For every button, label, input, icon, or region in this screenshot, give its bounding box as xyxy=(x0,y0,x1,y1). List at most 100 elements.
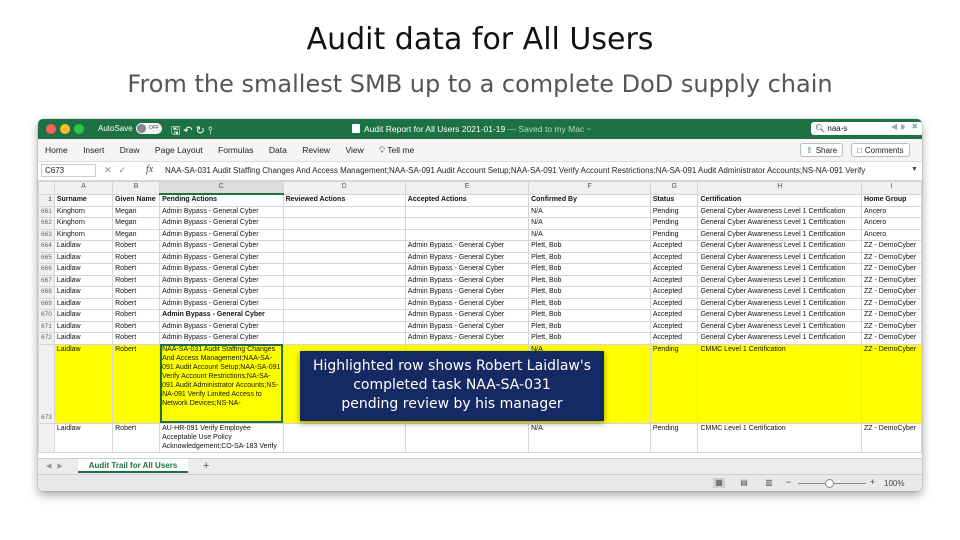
cell-reviewed-actions[interactable] xyxy=(282,217,406,230)
undo-icon[interactable]: ↶ xyxy=(183,125,195,137)
cell-pending-actions[interactable]: Admin Bypass - General Cyber xyxy=(159,263,284,276)
cell-accepted-actions[interactable] xyxy=(404,217,530,230)
cell-status[interactable]: Accepted xyxy=(649,320,699,333)
tell-me-search[interactable]: 💡︎ Tell me xyxy=(379,145,414,156)
cell-reviewed-actions[interactable] xyxy=(282,251,406,264)
confirm-icon[interactable]: ✓ xyxy=(119,165,134,175)
cell-reviewed-actions[interactable] xyxy=(282,422,406,453)
cell-accepted-actions[interactable]: Admin Bypass - General Cyber xyxy=(404,309,530,322)
page-layout-view-icon[interactable]: ▤ xyxy=(738,478,750,488)
tab-page-layout[interactable]: Page Layout xyxy=(155,145,203,155)
close-window-button[interactable] xyxy=(46,124,56,134)
cell-confirmed-by[interactable]: Plett, Bob xyxy=(528,332,651,345)
search-prev-icon[interactable]: ◀ xyxy=(891,122,901,131)
cell-home-group[interactable]: Ancero xyxy=(861,228,922,241)
tab-review[interactable]: Review xyxy=(302,145,330,155)
cell-home-group[interactable]: ZZ - DemoCyber xyxy=(861,297,922,310)
tab-view[interactable]: View xyxy=(345,145,363,155)
cell-reviewed-actions[interactable] xyxy=(282,320,406,333)
add-sheet-button[interactable]: + xyxy=(203,459,209,473)
cell-certification[interactable]: General Cyber Awareness Level 1 Certific… xyxy=(697,240,863,253)
cell-surname[interactable]: Kinghorn xyxy=(53,205,114,218)
cell-accepted-actions[interactable]: Admin Bypass - General Cyber xyxy=(404,240,530,253)
row-header[interactable]: 671 xyxy=(38,320,55,333)
cell-given-name[interactable]: Robert xyxy=(112,263,161,276)
cell-given-name[interactable]: Megan xyxy=(112,217,161,230)
cell-reviewed-actions[interactable] xyxy=(282,228,406,241)
cell-accepted-actions[interactable]: Admin Bypass - General Cyber xyxy=(404,297,530,310)
cell-confirmed-by[interactable]: Plett, Bob xyxy=(528,274,651,287)
page-break-view-icon[interactable]: ▥ xyxy=(763,478,775,488)
cell-surname[interactable]: Surname xyxy=(53,193,114,207)
cell-reviewed-actions[interactable] xyxy=(282,263,406,276)
search-clear-icon[interactable]: ✖ xyxy=(911,122,922,131)
cell-pending-actions[interactable]: Admin Bypass - General Cyber xyxy=(159,228,284,241)
cell-surname[interactable]: Kinghorn xyxy=(53,217,114,230)
cell-surname[interactable]: Laidlaw xyxy=(53,320,114,333)
zoom-slider-thumb[interactable] xyxy=(825,479,834,488)
cell-status[interactable]: Pending xyxy=(649,205,699,218)
cell-surname[interactable]: Laidlaw xyxy=(53,309,114,322)
cell-accepted-actions[interactable]: Admin Bypass - General Cyber xyxy=(404,263,530,276)
cell-surname[interactable]: Kinghorn xyxy=(53,228,114,241)
row-header[interactable]: 663 xyxy=(38,228,55,241)
cell-reviewed-actions[interactable] xyxy=(282,309,406,322)
row-header[interactable]: 661 xyxy=(38,205,55,218)
normal-view-icon[interactable]: ▦ xyxy=(713,478,725,488)
cell-certification[interactable]: General Cyber Awareness Level 1 Certific… xyxy=(697,332,863,345)
column-header-home-group[interactable]: I xyxy=(861,181,922,195)
cell-status[interactable]: Accepted xyxy=(649,251,699,264)
cell-certification[interactable]: General Cyber Awareness Level 1 Certific… xyxy=(697,251,863,264)
tab-draw[interactable]: Draw xyxy=(120,145,140,155)
cell-accepted-actions[interactable] xyxy=(404,205,530,218)
cell-surname[interactable]: Laidlaw xyxy=(53,251,114,264)
comments-button[interactable]: □ Comments xyxy=(851,143,910,157)
row-header[interactable]: 673 xyxy=(38,343,55,424)
column-header-confirmed-by[interactable]: F xyxy=(528,181,651,195)
cell-pending-actions[interactable]: Admin Bypass - General Cyber xyxy=(159,286,284,299)
tab-formulas[interactable]: Formulas xyxy=(218,145,253,155)
cell-given-name[interactable]: Robert xyxy=(112,332,161,345)
row-header[interactable]: 670 xyxy=(38,309,55,322)
cell-certification[interactable]: General Cyber Awareness Level 1 Certific… xyxy=(697,274,863,287)
cell-status[interactable]: Accepted xyxy=(649,274,699,287)
cell-certification[interactable]: CMMC Level 1 Certification xyxy=(697,343,863,424)
cell-confirmed-by[interactable]: Plett, Bob xyxy=(528,320,651,333)
cell-accepted-actions[interactable]: Admin Bypass - General Cyber xyxy=(404,332,530,345)
row-header[interactable]: 666 xyxy=(38,263,55,276)
cell-certification[interactable]: General Cyber Awareness Level 1 Certific… xyxy=(697,217,863,230)
customize-toolbar-icon[interactable]: ⫯ xyxy=(208,125,216,137)
column-header-reviewed-actions[interactable]: D xyxy=(282,181,406,195)
tab-data[interactable]: Data xyxy=(269,145,287,155)
cell-given-name[interactable]: Robert xyxy=(112,309,161,322)
column-header-given-name[interactable]: B xyxy=(112,181,161,195)
cell-home-group[interactable]: ZZ - DemoCyber xyxy=(861,263,922,276)
cell-confirmed-by[interactable]: N/A xyxy=(528,205,651,218)
cell-confirmed-by[interactable]: Plett, Bob xyxy=(528,240,651,253)
cell-pending-actions[interactable]: Admin Bypass - General Cyber xyxy=(159,320,284,333)
cell-home-group[interactable]: ZZ - DemoCyber xyxy=(861,422,922,453)
cell-status[interactable]: Accepted xyxy=(649,263,699,276)
cell-home-group[interactable]: ZZ - DemoCyber xyxy=(861,332,922,345)
cell-home-group[interactable]: ZZ - DemoCyber xyxy=(861,343,922,424)
cell-home-group[interactable]: Ancero xyxy=(861,217,922,230)
cell-reviewed-actions[interactable] xyxy=(282,286,406,299)
cell-accepted-actions[interactable]: Accepted Actions xyxy=(404,193,530,207)
cell-status[interactable]: Accepted xyxy=(649,332,699,345)
column-header-status[interactable]: G xyxy=(649,181,699,195)
cell-accepted-actions[interactable]: Admin Bypass - General Cyber xyxy=(404,286,530,299)
save-icon[interactable]: 🖫 xyxy=(171,125,183,137)
cell-confirmed-by[interactable]: Plett, Bob xyxy=(528,286,651,299)
cell-reviewed-actions[interactable] xyxy=(282,240,406,253)
function-icon[interactable]: fx xyxy=(146,164,153,175)
cell-reviewed-actions[interactable]: Reviewed Actions xyxy=(282,193,406,207)
cell-confirmed-by[interactable]: Plett, Bob xyxy=(528,263,651,276)
cell-pending-actions[interactable]: Admin Bypass - General Cyber xyxy=(159,251,284,264)
row-header[interactable] xyxy=(38,422,55,453)
cell-status[interactable]: Pending xyxy=(649,422,699,453)
share-button[interactable]: ⇪ Share xyxy=(800,143,844,157)
column-header-certification[interactable]: H xyxy=(697,181,863,195)
cell-given-name[interactable]: Robert xyxy=(112,297,161,310)
zoom-in-button[interactable]: + xyxy=(870,477,875,487)
cell-pending-actions[interactable]: Admin Bypass - General Cyber xyxy=(159,274,284,287)
